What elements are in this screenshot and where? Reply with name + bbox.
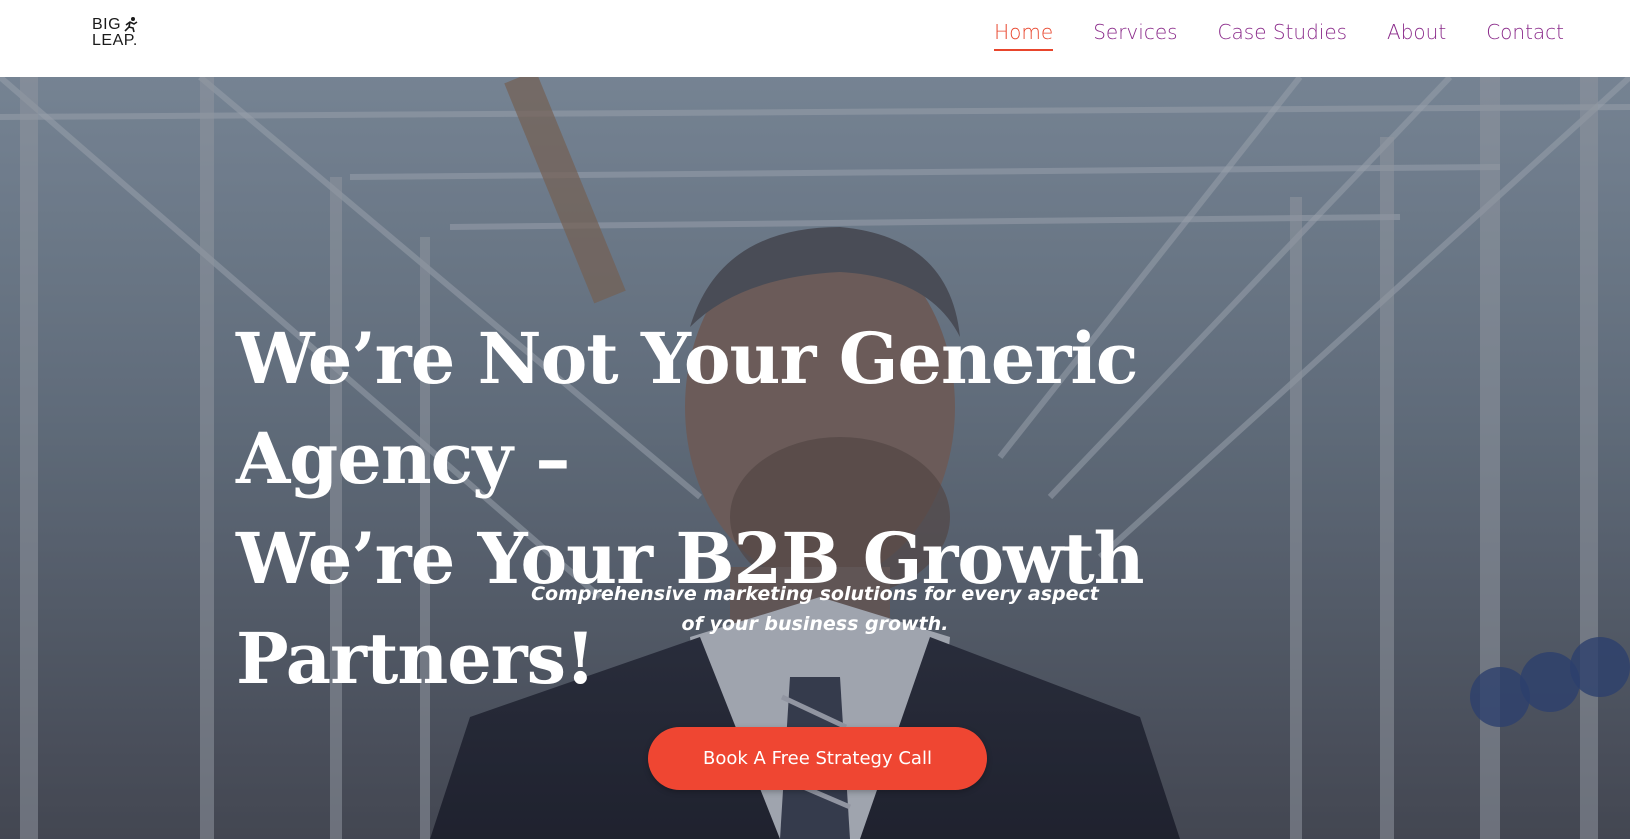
hero-section: We’re Not Your Generic Agency – We’re Yo… [0,77,1630,839]
site-header: BIG LEAP. Home Services Case Studies Abo… [0,0,1630,77]
hero-subheadline: Comprehensive marketing solutions for ev… [515,579,1115,639]
running-figure-icon [124,17,138,33]
nav-about[interactable]: About [1387,20,1446,50]
hero-headline: We’re Not Your Generic Agency – We’re Yo… [236,309,1436,709]
big-leap-logo[interactable]: BIG LEAP. [92,17,152,53]
nav-services[interactable]: Services [1093,20,1177,50]
nav-home[interactable]: Home [994,20,1054,51]
logo-line-2: LEAP. [92,32,138,49]
hero-subheadline-line-2: of your business growth. [681,613,949,635]
hero-subheadline-line-1: Comprehensive marketing solutions for ev… [531,583,1099,605]
book-strategy-call-button[interactable]: Book A Free Strategy Call [648,727,987,790]
nav-case-studies[interactable]: Case Studies [1218,20,1348,50]
hero-headline-line-1: We’re Not Your Generic Agency – [236,317,1139,500]
main-nav: Home Services Case Studies About Contact [994,20,1564,51]
nav-contact[interactable]: Contact [1486,20,1564,50]
